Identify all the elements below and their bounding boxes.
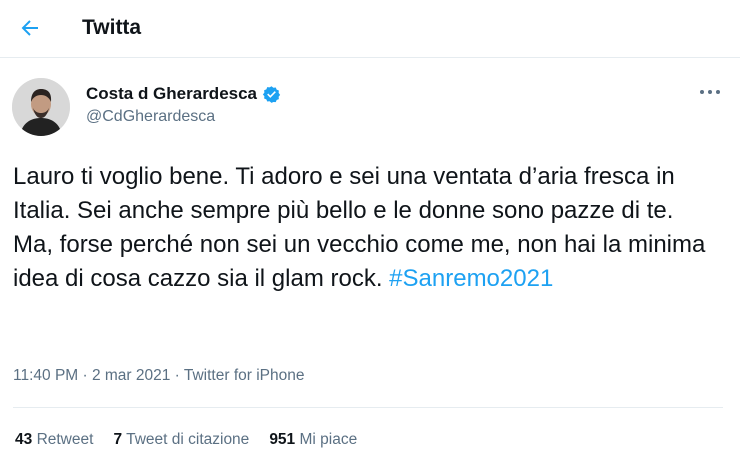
- divider: [13, 407, 723, 408]
- more-options-button[interactable]: [694, 82, 726, 102]
- author-name[interactable]: Costa d Gherardesca: [86, 84, 257, 104]
- retweet-count[interactable]: 43 Retweet: [15, 431, 93, 449]
- tweet-text: Lauro ti voglio bene. Ti adoro e sei una…: [13, 163, 706, 292]
- verified-badge-icon: [262, 85, 281, 103]
- back-button[interactable]: [14, 12, 46, 44]
- author-name-row: Costa d Gherardesca: [86, 84, 281, 104]
- like-label: Mi piace: [299, 431, 358, 448]
- quote-count-value: 7: [113, 431, 123, 448]
- tweet-timestamp[interactable]: 11:40 PM · 2 mar 2021 · Twitter for iPho…: [13, 367, 304, 385]
- retweet-count-value: 43: [15, 431, 33, 448]
- page-title: Twitta: [82, 16, 142, 39]
- quote-tweet-count[interactable]: 7 Tweet di citazione: [113, 431, 249, 449]
- avatar[interactable]: [12, 78, 70, 136]
- tweet-body: Lauro ti voglio bene. Ti adoro e sei una…: [13, 160, 713, 296]
- engagement-stats: 43 Retweet 7 Tweet di citazione 951 Mi p…: [15, 431, 377, 449]
- hashtag-link[interactable]: #Sanremo2021: [389, 265, 553, 292]
- profile-photo: [12, 78, 70, 136]
- author-handle[interactable]: @CdGherardesca: [86, 108, 215, 126]
- like-count[interactable]: 951 Mi piace: [269, 431, 357, 449]
- more-dots-icon: [700, 90, 720, 94]
- top-bar: Twitta: [0, 0, 740, 58]
- arrow-left-icon: [21, 20, 38, 36]
- quote-label: Tweet di citazione: [126, 431, 250, 448]
- like-count-value: 951: [269, 431, 296, 448]
- retweet-label: Retweet: [36, 431, 94, 448]
